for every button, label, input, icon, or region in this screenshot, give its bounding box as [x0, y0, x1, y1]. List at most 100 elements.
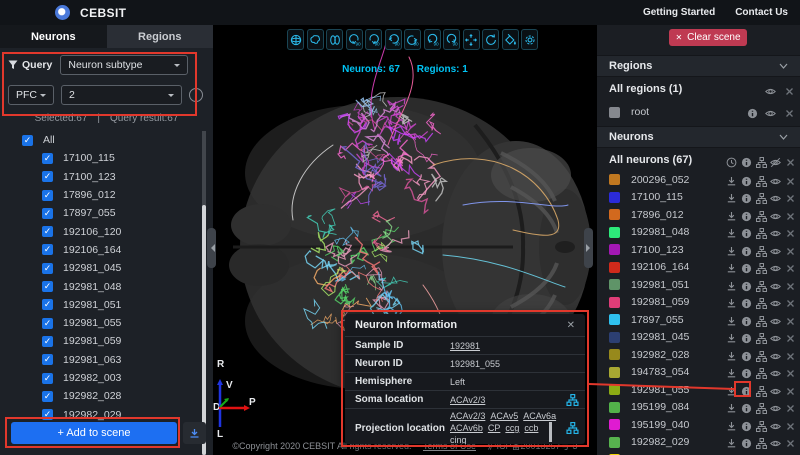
remove-icon[interactable]	[785, 331, 796, 342]
projection-region-link[interactable]: ACAv5	[490, 411, 518, 421]
nav-link[interactable]: Contact Us	[735, 7, 788, 18]
ontology-tree-icon[interactable]	[756, 191, 767, 202]
download-selection-button[interactable]	[183, 422, 206, 444]
clear-scene-button[interactable]: ✕ Clear scene	[669, 29, 747, 46]
neuron-list-item[interactable]: 17100_115	[0, 149, 200, 167]
info-icon[interactable]	[741, 174, 752, 185]
info-icon[interactable]	[741, 155, 752, 166]
visibility-eye-icon[interactable]	[770, 296, 781, 307]
download-icon[interactable]	[726, 436, 737, 447]
info-icon[interactable]	[741, 209, 752, 220]
checkbox-checked-icon[interactable]	[42, 171, 53, 182]
neuron-list-item[interactable]: 192981_051	[0, 296, 200, 314]
fit-screen-button[interactable]	[463, 29, 480, 50]
remove-icon[interactable]	[785, 244, 796, 255]
download-icon[interactable]	[726, 191, 737, 202]
checkbox-checked-icon[interactable]	[42, 299, 53, 310]
download-icon[interactable]	[726, 296, 737, 307]
visibility-eye-icon[interactable]	[770, 174, 781, 185]
visibility-eye-icon[interactable]	[770, 244, 781, 255]
remove-icon[interactable]	[785, 419, 796, 430]
viewer-3d[interactable]: 90 90 90 90 90 90 Neurons: 67 Regions: 1…	[213, 25, 597, 455]
download-icon[interactable]	[726, 366, 737, 377]
region-color-swatch[interactable]	[609, 107, 620, 118]
info-icon[interactable]	[741, 349, 752, 360]
projection-region-link[interactable]: CP	[488, 423, 501, 433]
ontology-tree-icon[interactable]	[756, 226, 767, 237]
visibility-eye-icon[interactable]	[770, 384, 781, 395]
remove-icon[interactable]	[785, 384, 796, 395]
remove-icon[interactable]	[784, 84, 795, 95]
visibility-eye-icon[interactable]	[770, 436, 781, 447]
neuron-color-swatch[interactable]	[609, 174, 620, 185]
neuron-list-item[interactable]: 192981_045	[0, 259, 200, 277]
neuron-color-swatch[interactable]	[609, 314, 620, 325]
checkbox-checked-icon[interactable]	[42, 190, 53, 201]
rotate-up-90-button[interactable]: 90	[346, 29, 363, 50]
info-icon[interactable]	[747, 106, 758, 117]
info-icon[interactable]	[741, 314, 752, 325]
info-icon[interactable]	[741, 191, 752, 202]
collapse-right-panel-handle[interactable]	[584, 228, 593, 268]
nav-link[interactable]: Getting Started	[643, 7, 715, 18]
neuron-color-swatch[interactable]	[609, 367, 620, 378]
ontology-tree-icon[interactable]	[756, 174, 767, 185]
info-icon[interactable]	[741, 384, 752, 395]
download-icon[interactable]	[726, 261, 737, 272]
checkbox-checked-icon[interactable]	[42, 226, 53, 237]
remove-icon[interactable]	[785, 279, 796, 290]
brain-axial-button[interactable]	[326, 29, 343, 50]
neuron-color-swatch[interactable]	[609, 244, 620, 255]
download-icon[interactable]	[726, 226, 737, 237]
remove-icon[interactable]	[784, 106, 795, 117]
ontology-tree-icon[interactable]	[756, 419, 767, 430]
remove-icon[interactable]	[785, 174, 796, 185]
rotate-cw-90-button[interactable]: 90	[424, 29, 441, 50]
checkbox-checked-icon[interactable]	[42, 263, 53, 274]
checkbox-checked-icon[interactable]	[42, 354, 53, 365]
rotate-right-90-button[interactable]: 90	[404, 29, 421, 50]
projection-region-link[interactable]: ACAv2/3	[450, 411, 485, 421]
ontology-tree-icon[interactable]	[566, 422, 579, 434]
remove-icon[interactable]	[785, 155, 796, 166]
neuron-list-item[interactable]: 192106_120	[0, 222, 200, 240]
brain-sagittal-button[interactable]	[307, 29, 324, 50]
remove-icon[interactable]	[785, 226, 796, 237]
ontology-tree-icon[interactable]	[756, 244, 767, 255]
visibility-eye-icon[interactable]	[770, 279, 781, 290]
info-icon[interactable]	[741, 244, 752, 255]
ontology-tree-icon[interactable]	[756, 436, 767, 447]
soma-region-link[interactable]: ACAv2/3	[450, 395, 485, 405]
visibility-eye-icon[interactable]	[770, 349, 781, 360]
left-scrollbar-thumb[interactable]	[202, 205, 206, 455]
neuron-list-item[interactable]: 192981_059	[0, 332, 200, 350]
popup-scrollbar-thumb[interactable]	[549, 422, 552, 442]
checkbox-checked-icon[interactable]	[42, 336, 53, 347]
neuron-list-item[interactable]: 192981_063	[0, 351, 200, 369]
remove-icon[interactable]	[785, 191, 796, 202]
sample-id-link[interactable]: 192981	[450, 341, 480, 351]
neuron-color-swatch[interactable]	[609, 262, 620, 273]
neuron-color-swatch[interactable]	[609, 437, 620, 448]
settings-button[interactable]	[521, 29, 538, 50]
info-icon[interactable]	[741, 419, 752, 430]
visibility-eye-icon[interactable]	[765, 106, 776, 117]
rotate-down-90-button[interactable]: 90	[365, 29, 382, 50]
projection-region-link[interactable]: cing	[450, 435, 467, 444]
ontology-tree-icon[interactable]	[756, 209, 767, 220]
projection-region-link[interactable]: ccb	[524, 423, 538, 433]
neuron-list-item[interactable]: 192106_164	[0, 241, 200, 259]
neuron-color-swatch[interactable]	[609, 419, 620, 430]
neuron-list-item[interactable]: 192981_055	[0, 314, 200, 332]
projection-region-link[interactable]: ACAv6a	[523, 411, 556, 421]
info-icon[interactable]	[741, 401, 752, 412]
ontology-tree-icon[interactable]	[756, 331, 767, 342]
remove-icon[interactable]	[785, 366, 796, 377]
neuron-list-item[interactable]: 192982_029	[0, 405, 200, 423]
download-icon[interactable]	[726, 314, 737, 325]
info-icon[interactable]	[741, 226, 752, 237]
visibility-eye-icon[interactable]	[770, 366, 781, 377]
neuron-color-swatch[interactable]	[609, 402, 620, 413]
neuron-list-item[interactable]: 17100_123	[0, 168, 200, 186]
remove-icon[interactable]	[785, 314, 796, 325]
